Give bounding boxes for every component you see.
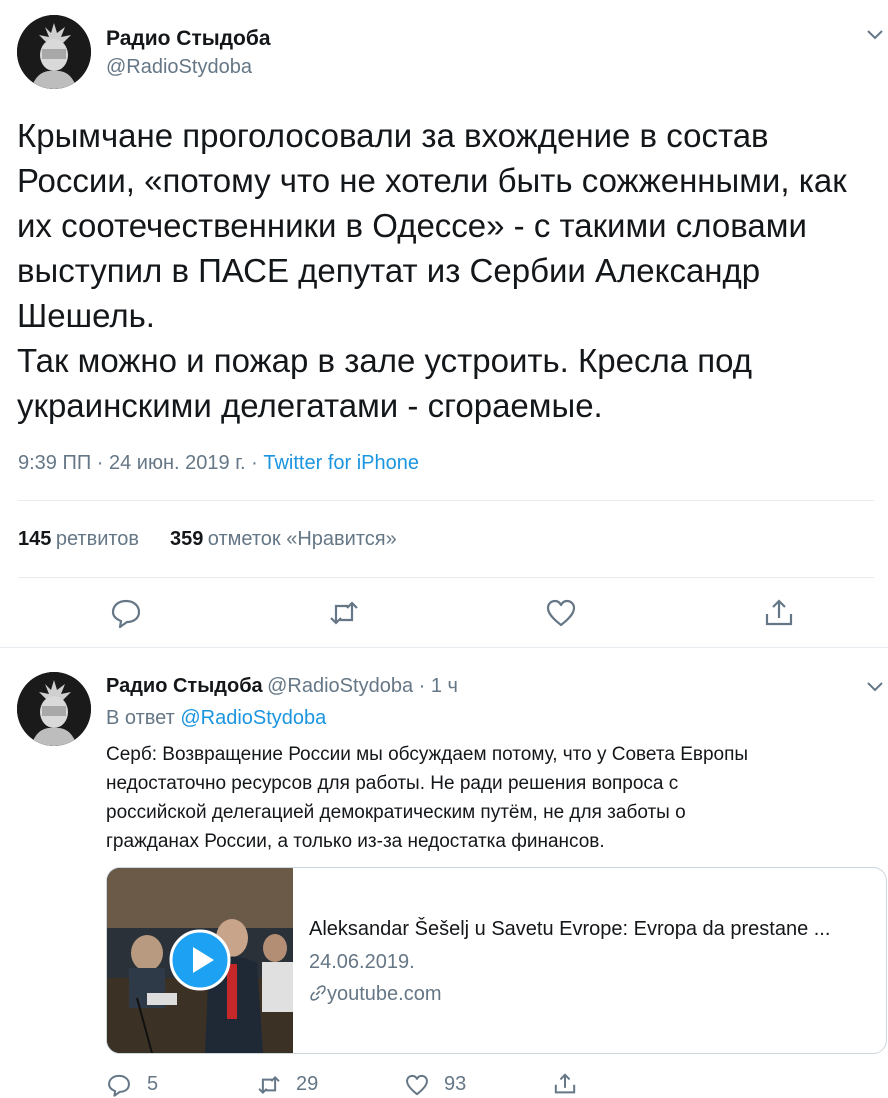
tweet-text-line: украинскими делегатами - сгораемые. (17, 387, 603, 424)
tweet-text-line: Шешель. (17, 297, 155, 334)
author-avatar[interactable] (17, 15, 91, 89)
avatar-image (17, 672, 91, 746)
retweets-label: ретвитов (55, 528, 140, 550)
reply-text-line: российской делегацией демократическим пу… (106, 802, 686, 823)
tweet-text-line: Так можно и пожар в зале устроить. Кресл… (17, 342, 752, 379)
in-reply-handle-link[interactable]: @RadioStydoba (180, 707, 326, 729)
tweet-text-line: России, «потому что не хотели быть сожже… (17, 162, 847, 199)
tweet-text-line: Крымчане проголосовали за вхождение в со… (17, 117, 769, 154)
tweet-text: Крымчане проголосовали за вхождение в со… (17, 113, 887, 428)
link-icon (310, 985, 326, 1001)
link-card-domain-text: youtube.com (327, 983, 442, 1005)
reply-time[interactable]: · 1 ч (413, 675, 458, 697)
reply-author-name[interactable]: Радио Стыдоба (106, 675, 263, 697)
likes-stat[interactable]: 359 отметок «Нравится» (170, 528, 397, 550)
play-button-icon[interactable] (169, 929, 231, 991)
share-icon[interactable] (552, 1071, 578, 1097)
divider (18, 577, 874, 578)
reply-author-handle[interactable]: @RadioStydoba (267, 675, 413, 697)
tweet-stats: 145 ретвитов 359 отметок «Нравится» (18, 528, 397, 551)
tweet-source-link[interactable]: Twitter for iPhone (263, 452, 419, 474)
video-thumbnail[interactable] (107, 868, 293, 1053)
tweet-text-line: их соотечественники в Одессе» - с такими… (17, 207, 807, 244)
retweets-stat[interactable]: 145 ретвитов (18, 528, 144, 550)
link-card-title[interactable]: Aleksandar Šešelj u Savetu Evrope: Evrop… (309, 918, 830, 941)
tweet-timestamp[interactable]: 9:39 ПП · 24 июн. 2019 г. · (18, 452, 263, 474)
reply-count: 5 (147, 1073, 159, 1095)
likes-count: 359 (169, 528, 204, 550)
tweet-meta: 9:39 ПП · 24 июн. 2019 г. · Twitter for … (18, 452, 419, 475)
chevron-down-icon[interactable] (864, 24, 886, 46)
tweet-text-line: выступил в ПАСЕ депутат из Сербии Алекса… (17, 252, 761, 289)
retweets-count: 145 (18, 528, 52, 550)
reply-author-avatar[interactable] (17, 672, 91, 746)
retweet-count: 29 (296, 1073, 319, 1095)
like-icon[interactable] (404, 1072, 430, 1098)
link-card-date: 24.06.2019. (309, 951, 415, 973)
divider (18, 500, 874, 501)
in-reply-prefix: В ответ (106, 707, 181, 729)
retweet-icon[interactable] (327, 596, 361, 630)
chevron-down-icon[interactable] (864, 676, 886, 698)
link-card[interactable]: Aleksandar Šešelj u Savetu Evrope: Evrop… (106, 867, 887, 1054)
reply-text-line: недостаточно ресурсов для работы. Не рад… (106, 773, 679, 794)
reply-text-line: Серб: Возвращение России мы обсуждаем по… (106, 744, 749, 765)
reply-header: Радио Стыдоба @RadioStydoba · 1 ч (106, 675, 458, 698)
reply-text: Серб: Возвращение России мы обсуждаем по… (106, 740, 886, 856)
reply-icon[interactable] (109, 596, 143, 630)
reply-icon[interactable] (106, 1072, 132, 1098)
likes-label: отметок «Нравится» (207, 528, 397, 550)
in-reply-to: В ответ @RadioStydoba (106, 707, 326, 730)
author-handle[interactable]: @RadioStydoba (106, 56, 252, 79)
retweet-icon[interactable] (256, 1072, 282, 1098)
avatar-image (17, 15, 91, 89)
share-icon[interactable] (762, 596, 796, 630)
link-card-domain: youtube.com (309, 983, 442, 1006)
divider (0, 647, 888, 648)
reply-text-line: гражданах России, а только из-за недоста… (106, 831, 605, 852)
like-count: 93 (444, 1073, 467, 1095)
author-name[interactable]: Радио Стыдоба (106, 27, 271, 51)
like-icon[interactable] (544, 596, 578, 630)
